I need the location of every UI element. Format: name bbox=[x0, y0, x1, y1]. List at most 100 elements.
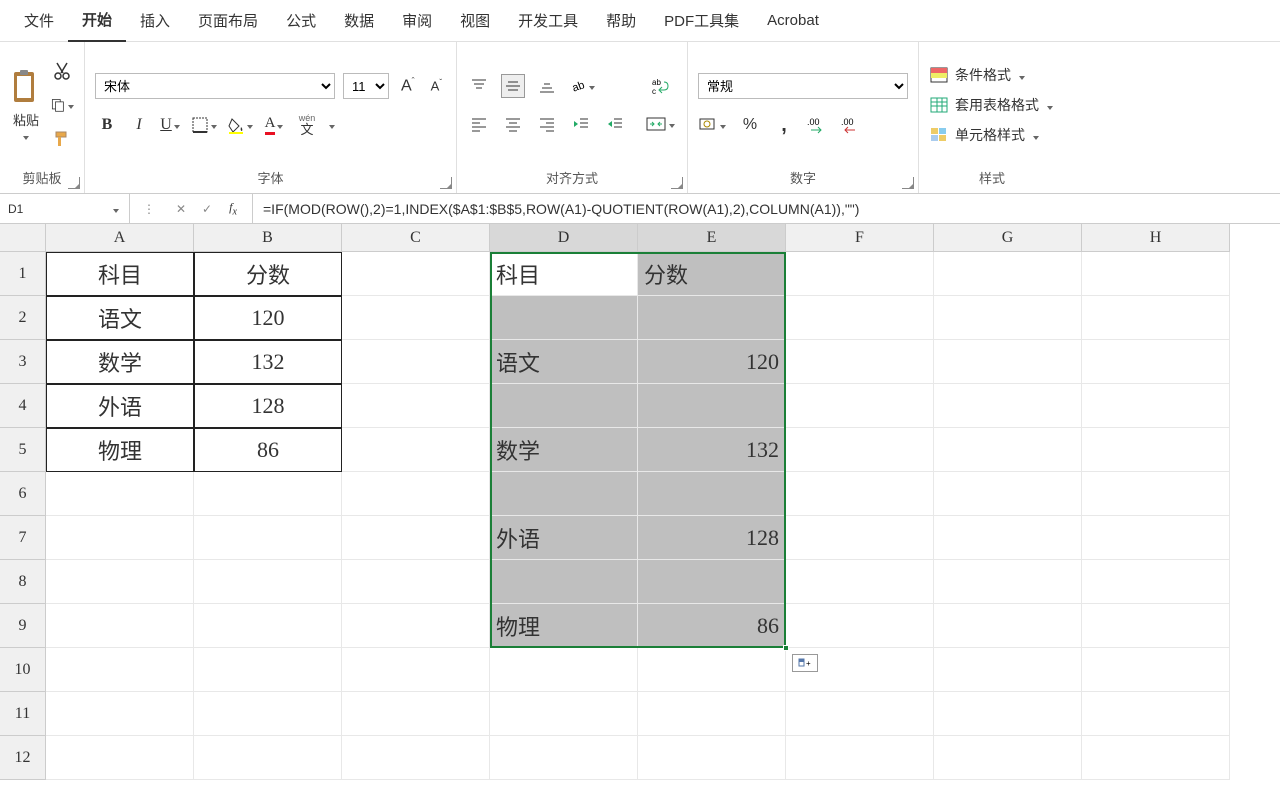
format-painter-button[interactable] bbox=[50, 127, 74, 151]
number-launcher[interactable] bbox=[902, 177, 914, 189]
cell-E11[interactable] bbox=[638, 692, 786, 736]
cell-C2[interactable] bbox=[342, 296, 490, 340]
alignment-launcher[interactable] bbox=[671, 177, 683, 189]
cell-E1[interactable]: 分数 bbox=[638, 252, 786, 296]
column-header-B[interactable]: B bbox=[194, 224, 342, 252]
cell-H11[interactable] bbox=[1082, 692, 1230, 736]
cell-C10[interactable] bbox=[342, 648, 490, 692]
align-right-button[interactable] bbox=[535, 112, 559, 136]
cell-G1[interactable] bbox=[934, 252, 1082, 296]
cell-E5[interactable]: 132 bbox=[638, 428, 786, 472]
cell-A5[interactable]: 物理 bbox=[46, 428, 194, 472]
increase-indent-button[interactable] bbox=[603, 112, 627, 136]
cell-C6[interactable] bbox=[342, 472, 490, 516]
cell-H3[interactable] bbox=[1082, 340, 1230, 384]
cell-C4[interactable] bbox=[342, 384, 490, 428]
cell-G12[interactable] bbox=[934, 736, 1082, 780]
cell-G10[interactable] bbox=[934, 648, 1082, 692]
font-size-select[interactable]: 11 bbox=[343, 73, 389, 99]
cell-C8[interactable] bbox=[342, 560, 490, 604]
table-format-button[interactable]: 套用表格格式 bbox=[929, 95, 1055, 115]
row-header-12[interactable]: 12 bbox=[0, 736, 46, 780]
cell-D11[interactable] bbox=[490, 692, 638, 736]
align-left-button[interactable] bbox=[467, 112, 491, 136]
cell-E4[interactable] bbox=[638, 384, 786, 428]
cell-F2[interactable] bbox=[786, 296, 934, 340]
cell-G3[interactable] bbox=[934, 340, 1082, 384]
conditional-format-button[interactable]: 条件格式 bbox=[929, 65, 1055, 85]
cell-F8[interactable] bbox=[786, 560, 934, 604]
cell-styles-button[interactable]: 单元格样式 bbox=[929, 125, 1055, 145]
menu-file[interactable]: 文件 bbox=[10, 0, 68, 41]
cell-B5[interactable]: 86 bbox=[194, 428, 342, 472]
cell-B6[interactable] bbox=[194, 472, 342, 516]
wrap-text-button[interactable]: abc bbox=[645, 74, 677, 98]
cell-C3[interactable] bbox=[342, 340, 490, 384]
cell-A10[interactable] bbox=[46, 648, 194, 692]
underline-button[interactable]: U bbox=[159, 113, 183, 137]
cell-F7[interactable] bbox=[786, 516, 934, 560]
cell-B11[interactable] bbox=[194, 692, 342, 736]
cell-E9[interactable]: 86 bbox=[638, 604, 786, 648]
cell-D12[interactable] bbox=[490, 736, 638, 780]
autofill-options-button[interactable]: + bbox=[792, 654, 818, 672]
column-header-E[interactable]: E bbox=[638, 224, 786, 252]
cell-E10[interactable] bbox=[638, 648, 786, 692]
border-button[interactable] bbox=[191, 113, 219, 137]
cell-E3[interactable]: 120 bbox=[638, 340, 786, 384]
decrease-indent-button[interactable] bbox=[569, 112, 593, 136]
menu-formulas[interactable]: 公式 bbox=[272, 0, 330, 41]
cell-D6[interactable] bbox=[490, 472, 638, 516]
orientation-button[interactable]: ab bbox=[569, 74, 597, 98]
cell-D3[interactable]: 语文 bbox=[490, 340, 638, 384]
increase-font-button[interactable]: Aˆ bbox=[397, 76, 419, 95]
menu-review[interactable]: 审阅 bbox=[388, 0, 446, 41]
cell-A12[interactable] bbox=[46, 736, 194, 780]
cell-C1[interactable] bbox=[342, 252, 490, 296]
italic-button[interactable]: I bbox=[127, 113, 151, 137]
cancel-formula-button[interactable]: ✕ bbox=[172, 202, 190, 216]
row-header-2[interactable]: 2 bbox=[0, 296, 46, 340]
font-name-select[interactable]: 宋体 bbox=[95, 73, 335, 99]
column-header-H[interactable]: H bbox=[1082, 224, 1230, 252]
cell-F5[interactable] bbox=[786, 428, 934, 472]
column-header-C[interactable]: C bbox=[342, 224, 490, 252]
cell-B2[interactable]: 120 bbox=[194, 296, 342, 340]
row-header-10[interactable]: 10 bbox=[0, 648, 46, 692]
cell-F6[interactable] bbox=[786, 472, 934, 516]
menu-acrobat[interactable]: Acrobat bbox=[753, 2, 833, 39]
cell-D2[interactable] bbox=[490, 296, 638, 340]
formula-menu-button[interactable]: ⋮ bbox=[140, 202, 158, 216]
cell-E2[interactable] bbox=[638, 296, 786, 340]
cut-button[interactable] bbox=[50, 59, 74, 83]
name-box[interactable]: D1 bbox=[0, 194, 130, 223]
menu-pdftools[interactable]: PDF工具集 bbox=[650, 0, 753, 41]
cell-H8[interactable] bbox=[1082, 560, 1230, 604]
cell-E7[interactable]: 128 bbox=[638, 516, 786, 560]
cell-G4[interactable] bbox=[934, 384, 1082, 428]
fill-handle[interactable] bbox=[783, 645, 789, 651]
cell-B4[interactable]: 128 bbox=[194, 384, 342, 428]
cell-H2[interactable] bbox=[1082, 296, 1230, 340]
cell-H7[interactable] bbox=[1082, 516, 1230, 560]
paste-button[interactable]: 粘贴 bbox=[10, 68, 42, 143]
cell-G8[interactable] bbox=[934, 560, 1082, 604]
row-header-3[interactable]: 3 bbox=[0, 340, 46, 384]
cell-A1[interactable]: 科目 bbox=[46, 252, 194, 296]
formula-input[interactable]: =IF(MOD(ROW(),2)=1,INDEX($A$1:$B$5,ROW(A… bbox=[253, 194, 1280, 223]
cell-F3[interactable] bbox=[786, 340, 934, 384]
cell-B10[interactable] bbox=[194, 648, 342, 692]
align-center-button[interactable] bbox=[501, 112, 525, 136]
cell-C11[interactable] bbox=[342, 692, 490, 736]
cell-D7[interactable]: 外语 bbox=[490, 516, 638, 560]
menu-help[interactable]: 帮助 bbox=[592, 0, 650, 41]
cell-G7[interactable] bbox=[934, 516, 1082, 560]
select-all-corner[interactable] bbox=[0, 224, 46, 252]
cell-B7[interactable] bbox=[194, 516, 342, 560]
cell-E8[interactable] bbox=[638, 560, 786, 604]
number-format-select[interactable]: 常规 bbox=[698, 73, 908, 99]
cell-G9[interactable] bbox=[934, 604, 1082, 648]
merge-button[interactable] bbox=[645, 112, 677, 136]
menu-pagelayout[interactable]: 页面布局 bbox=[184, 0, 272, 41]
column-header-G[interactable]: G bbox=[934, 224, 1082, 252]
